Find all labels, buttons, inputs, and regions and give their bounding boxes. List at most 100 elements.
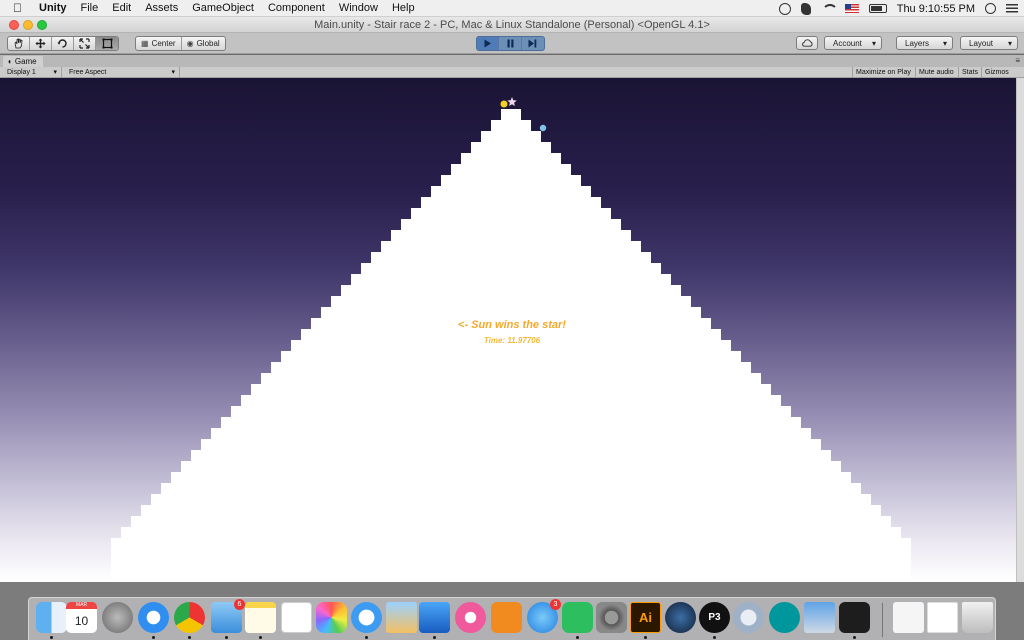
move-tool-button[interactable] xyxy=(30,37,52,50)
itunes-icon[interactable] xyxy=(455,602,486,633)
downloads-stack-icon[interactable] xyxy=(893,602,924,633)
wifi-icon[interactable] xyxy=(821,3,838,14)
safari-icon[interactable] xyxy=(138,602,169,633)
calendar-month-label: MAR xyxy=(75,602,88,608)
pivot-center-button[interactable]: ▦ Center xyxy=(136,37,182,50)
gizmos-dropdown[interactable]: Gizmos xyxy=(981,67,1012,78)
unity-toolbar: ▦ Center ◉ Global Account ▾ Layers ▾ Lay… xyxy=(0,33,1024,54)
rect-tool-icon xyxy=(102,38,112,49)
processing-icon[interactable]: P3 xyxy=(699,602,730,633)
rival-player xyxy=(539,124,547,132)
layout-label: Layout xyxy=(969,38,994,48)
pivot-toggles: ▦ Center ◉ Global xyxy=(135,36,226,51)
notes-icon[interactable] xyxy=(245,602,276,633)
cloud-services-button[interactable] xyxy=(796,36,818,50)
aspect-label: Free Aspect xyxy=(69,69,107,76)
documents-stack-icon[interactable] xyxy=(927,602,958,633)
menu-assets[interactable]: Assets xyxy=(145,0,178,17)
account-dropdown[interactable]: Account ▾ xyxy=(824,36,882,50)
menu-component[interactable]: Component xyxy=(268,0,325,17)
running-indicator xyxy=(853,636,856,639)
pause-icon xyxy=(507,39,514,48)
game-scrollbar[interactable] xyxy=(1016,78,1024,582)
play-button[interactable] xyxy=(477,37,500,50)
aspect-dropdown[interactable]: Free Aspect ▾ xyxy=(62,67,180,78)
menu-help[interactable]: Help xyxy=(392,0,415,17)
finder-icon[interactable] xyxy=(36,602,67,633)
layers-dropdown[interactable]: Layers ▾ xyxy=(896,36,953,50)
photos-icon[interactable] xyxy=(316,602,347,633)
step-button[interactable] xyxy=(522,37,544,50)
running-indicator xyxy=(152,636,155,639)
dock-icon-label: 10 xyxy=(74,614,89,628)
image-capture-icon[interactable] xyxy=(804,602,835,633)
creative-cloud-icon[interactable] xyxy=(778,2,791,15)
keynote-icon[interactable] xyxy=(419,602,450,633)
hand-tool-button[interactable] xyxy=(8,37,30,50)
mute-audio-toggle[interactable]: Mute audio xyxy=(915,67,957,78)
unity-icon[interactable] xyxy=(839,602,870,633)
stats-toggle[interactable]: Stats xyxy=(958,67,981,78)
rect-tool-button[interactable] xyxy=(96,37,118,50)
tab-options-icon[interactable]: ≡ xyxy=(1015,56,1020,65)
reminders-icon[interactable] xyxy=(281,602,312,633)
input-source-flag-icon[interactable] xyxy=(844,4,859,13)
rotate-icon xyxy=(57,39,67,48)
illustrator-icon[interactable]: Ai xyxy=(630,602,661,633)
running-indicator xyxy=(259,636,262,639)
game-viewport[interactable]: <- Sun wins the star! Time: 11.97706 xyxy=(0,78,1016,582)
layout-dropdown[interactable]: Layout ▾ xyxy=(960,36,1018,50)
apple-menu-icon[interactable]:  xyxy=(13,0,27,17)
notification-badge: 6 xyxy=(234,599,245,610)
steam-icon[interactable] xyxy=(665,602,696,633)
menu-window[interactable]: Window xyxy=(339,0,378,17)
menu-gameobject[interactable]: GameObject xyxy=(192,0,254,17)
preview-icon[interactable] xyxy=(386,602,417,633)
running-indicator xyxy=(365,636,368,639)
disk-utility-icon[interactable] xyxy=(733,602,764,633)
evernote-menu-icon[interactable] xyxy=(800,2,811,15)
account-label: Account xyxy=(833,38,862,48)
menu-file[interactable]: File xyxy=(81,0,99,17)
scale-tool-button[interactable] xyxy=(74,37,96,50)
screen:  Unity File Edit Assets GameObject Comp… xyxy=(0,0,1024,640)
cloud-icon xyxy=(802,39,813,47)
menu-edit[interactable]: Edit xyxy=(112,0,131,17)
spotlight-icon[interactable] xyxy=(985,3,996,14)
notification-center-icon[interactable] xyxy=(1006,4,1018,13)
clock[interactable]: Thu 9:10:55 PM xyxy=(897,3,975,15)
trash-icon[interactable] xyxy=(962,602,993,633)
system-preferences-icon[interactable] xyxy=(596,602,627,633)
app-store-icon[interactable]: 3 xyxy=(527,599,561,633)
rotate-tool-button[interactable] xyxy=(52,37,74,50)
space-label: Global xyxy=(196,39,220,48)
messages-icon[interactable] xyxy=(351,602,382,633)
play-icon xyxy=(484,39,492,48)
step-icon xyxy=(528,39,537,48)
tab-game[interactable]: ◖ Game xyxy=(3,56,43,67)
display-dropdown[interactable]: Display 1 ▾ xyxy=(0,67,62,78)
running-indicator xyxy=(713,636,716,639)
running-indicator xyxy=(50,636,53,639)
mail-icon[interactable]: 6 xyxy=(211,599,245,633)
display-label: Display 1 xyxy=(7,69,36,76)
tab-game-label: Game xyxy=(14,57,37,66)
goal-star-icon xyxy=(507,97,517,106)
move-arrows-icon xyxy=(35,38,46,49)
layers-label: Layers xyxy=(905,38,930,48)
menu-app-name[interactable]: Unity xyxy=(39,0,67,17)
window-title-bar: Main.unity - Stair race 2 - PC, Mac & Li… xyxy=(0,17,1024,33)
pause-button[interactable] xyxy=(499,37,522,50)
battery-icon[interactable] xyxy=(868,4,887,13)
chrome-icon[interactable] xyxy=(174,602,205,633)
maximize-on-play-toggle[interactable]: Maximize on Play xyxy=(852,67,914,78)
launchpad-icon[interactable] xyxy=(102,602,133,633)
space-global-button[interactable]: ◉ Global xyxy=(182,37,225,50)
calendar-icon[interactable]: 10 MAR xyxy=(66,602,97,633)
window-title: Main.unity - Stair race 2 - PC, Mac & Li… xyxy=(314,19,710,31)
evernote-icon[interactable] xyxy=(562,602,593,633)
arduino-icon[interactable] xyxy=(769,602,800,633)
ibooks-icon[interactable] xyxy=(491,602,522,633)
running-indicator xyxy=(225,636,228,639)
stairs-shape xyxy=(111,109,911,582)
